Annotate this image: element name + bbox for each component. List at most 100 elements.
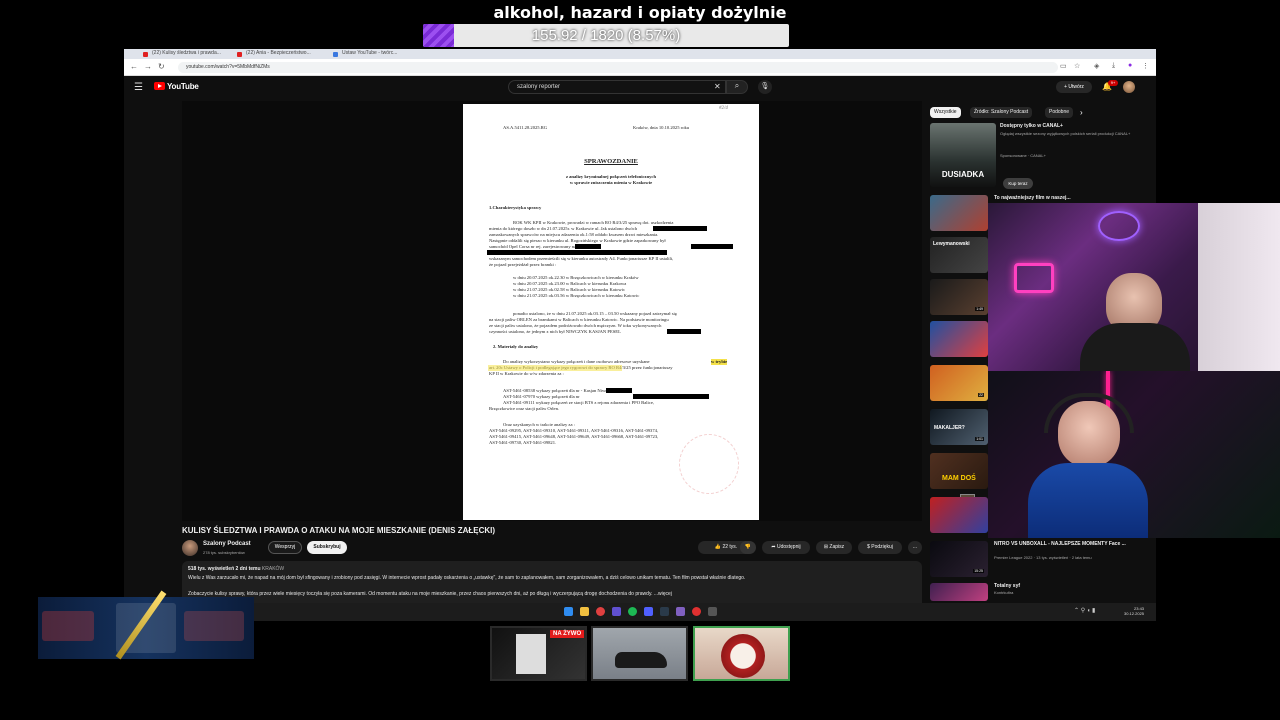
steam-icon[interactable] <box>660 607 669 616</box>
clock[interactable]: 23:43 30.12.2025 <box>1124 606 1144 616</box>
account-avatar[interactable] <box>1123 81 1135 93</box>
browser-address-bar: ← → ↻ youtube.com/watch?v=5MbMdfNiZMs ▭ … <box>124 59 1156 76</box>
doc-line: AST-5461-09730, AST-5461-09821. <box>489 440 557 445</box>
extensions-icon[interactable]: ◈ <box>1094 62 1099 70</box>
doc-line: Do analizy wykorzystano wykazy połączeń … <box>503 359 650 364</box>
subscribe-button[interactable]: Subskrybuj <box>307 541 347 554</box>
clear-search-icon[interactable]: ✕ <box>714 82 721 91</box>
video-thumbnail[interactable] <box>930 583 988 601</box>
neon-lamp-icon <box>1098 211 1140 241</box>
thumbnail-text: Lewymanowski <box>933 241 970 247</box>
system-tray-icons[interactable]: ⌃ ⚲ ◖ ▮ <box>1074 607 1095 614</box>
doc-heading: SPRAWOZDANIE <box>584 158 638 165</box>
video-thumbnail[interactable]: MAKALJER? 1:01 <box>930 409 988 445</box>
case-opening-overlay <box>38 590 254 660</box>
clock-date: 30.12.2025 <box>1124 611 1145 616</box>
reload-icon[interactable]: ↻ <box>158 62 165 71</box>
create-button[interactable]: + Utwórz <box>1056 81 1092 93</box>
windows-start-icon[interactable] <box>564 607 573 616</box>
video-player[interactable]: #2/4 AS.A.5411.28.2025.RG Kraków, dnia 1… <box>182 101 975 521</box>
thanks-button[interactable]: $ Podziękuj <box>858 541 902 554</box>
neon-sign-icon <box>1014 263 1054 293</box>
redaction-bar <box>575 244 601 249</box>
browser-tab[interactable]: (22) Ania - Bezpieczeństwo... <box>234 50 320 59</box>
chrome-icon[interactable] <box>596 607 605 616</box>
preview-live-stream[interactable]: NA ŻYWO <box>490 626 587 681</box>
video-thumbnail[interactable] <box>930 497 988 533</box>
doc-line: Następnie oddalili się pieszo w kierunku… <box>489 238 666 243</box>
video-thumbnail[interactable] <box>930 195 988 231</box>
downloads-icon[interactable]: ⤓ <box>1112 62 1115 70</box>
ad-thumbnail[interactable]: DUSIADKA <box>930 123 996 187</box>
doc-line: ponadto ustalono, że w dniu 21.07.2025 o… <box>513 311 677 316</box>
doc-ast-line: Brzęczkowice oraz stacji paliw Orlen. <box>489 406 560 411</box>
recommended-video[interactable]: Totalny syf Kontrkultra <box>930 583 1154 601</box>
ad-sponsor: Sponsorowane · CANAL+ <box>1000 153 1046 158</box>
video-thumbnail[interactable]: 22 <box>930 365 988 401</box>
forward-icon[interactable]: → <box>144 62 152 71</box>
record-icon[interactable] <box>692 607 701 616</box>
thumbs-down-icon: 👎 <box>744 544 752 550</box>
description-tag: KRAKÓW <box>261 566 285 572</box>
thumbnail-text: MAKALJER? <box>934 425 965 431</box>
browser-tab-bar: (22) Kulisy śledztwa i prawda... (22) An… <box>124 49 1156 59</box>
search-input[interactable]: szalony reporter <box>508 80 726 94</box>
browser-tab-active[interactable]: (22) Kulisy śledztwa i prawda... <box>140 50 226 59</box>
spotify-icon[interactable] <box>628 607 637 616</box>
video-thumbnail[interactable]: MAM DOŚ <box>930 453 988 489</box>
youtube-logo-text[interactable]: YouTube <box>167 82 199 91</box>
chip-all[interactable]: Wszystkie <box>930 107 961 118</box>
preview-food[interactable] <box>693 626 790 681</box>
video-thumbnail[interactable]: Lewymanowski <box>930 237 988 273</box>
save-button[interactable]: ⊞ Zapisz <box>816 541 852 554</box>
video-thumbnail[interactable] <box>930 321 988 357</box>
join-button[interactable]: Wesprzyj <box>268 541 302 554</box>
bookmark-star-icon[interactable]: ☆ <box>1074 62 1080 70</box>
doc-gate-line: w dniu 21.07.2025 ok.02.58 w Balicach w … <box>513 287 626 292</box>
thanks-icon: $ <box>867 544 870 550</box>
likes-count: 22 tys. <box>722 544 738 550</box>
chip-source[interactable]: Źródło: Szalony Podcast <box>970 107 1033 118</box>
recommended-video[interactable]: 15:25 NITRO VS UNBOXALL - NAJLEPSZE MOME… <box>930 541 1154 581</box>
search-button[interactable]: ⌕ <box>726 80 748 94</box>
video-thumbnail[interactable]: 15:25 <box>930 541 988 577</box>
doc-place-date: Kraków, dnia 10.10.2025 roku <box>633 125 690 130</box>
webcam-top <box>988 203 1280 371</box>
doc-line: AST-5461-09295, AST-5461-09310, AST-5461… <box>489 428 659 433</box>
doc-line: na stacji paliw ORLEN za bramkami w Bali… <box>489 317 669 322</box>
redaction-bar <box>667 329 701 334</box>
app-icon[interactable] <box>644 607 653 616</box>
discord-icon[interactable] <box>612 607 621 616</box>
share-button[interactable]: ➦ Udostępnij <box>762 541 810 554</box>
file-explorer-icon[interactable] <box>580 607 589 616</box>
sponsored-ad[interactable]: DUSIADKA Dostępny tylko w CANAL+ Oglądaj… <box>930 123 1154 187</box>
thumbs-up-icon: 👍 <box>714 544 722 550</box>
channel-name[interactable]: Szalony Podcast <box>203 541 251 547</box>
save-label: Zapisz <box>829 544 845 550</box>
ad-thumbnail-text: DUSIADKA <box>941 170 985 179</box>
preview-car[interactable] <box>591 626 688 681</box>
browser-menu-icon[interactable]: ⋮ <box>1142 62 1149 70</box>
cast-icon[interactable]: ▭ <box>1060 62 1067 70</box>
chevron-right-icon[interactable]: › <box>1080 108 1083 117</box>
dislike-button[interactable]: 👎 <box>740 541 756 554</box>
channel-avatar[interactable] <box>182 540 198 556</box>
url-field[interactable]: youtube.com/watch?v=5MbMdfNiZMs <box>178 62 1058 73</box>
video-thumbnail[interactable]: 1:49 <box>930 279 988 315</box>
back-icon[interactable]: ← <box>130 62 138 71</box>
doc-gate-line: w dniu 20.07.2025 ok.23.00 w Balicach w … <box>513 281 627 286</box>
window-blinds <box>1198 203 1280 371</box>
doc-line: Oraz uzyskanych w trakcie analizy za : <box>503 422 575 427</box>
voice-search-mic-icon[interactable]: 🎙 <box>758 80 772 94</box>
app-icon[interactable] <box>708 607 717 616</box>
doc-section-1: 1.Charakterystyka sprawy <box>489 205 542 210</box>
doc-line: czynności ustalono, że jednym z nich był… <box>489 329 621 334</box>
profile-icon[interactable]: ● <box>1128 62 1132 69</box>
more-actions-button[interactable]: ... <box>908 541 922 554</box>
buy-now-button[interactable]: Kup teraz <box>1003 178 1033 189</box>
chip-related[interactable]: Podobne <box>1045 107 1074 118</box>
browser-tab[interactable]: Ustaw YouTube - twórc... <box>330 50 416 59</box>
hamburger-menu-icon[interactable]: ☰ <box>134 82 143 93</box>
youtube-logo-icon[interactable] <box>154 82 165 90</box>
obs-icon[interactable] <box>676 607 685 616</box>
